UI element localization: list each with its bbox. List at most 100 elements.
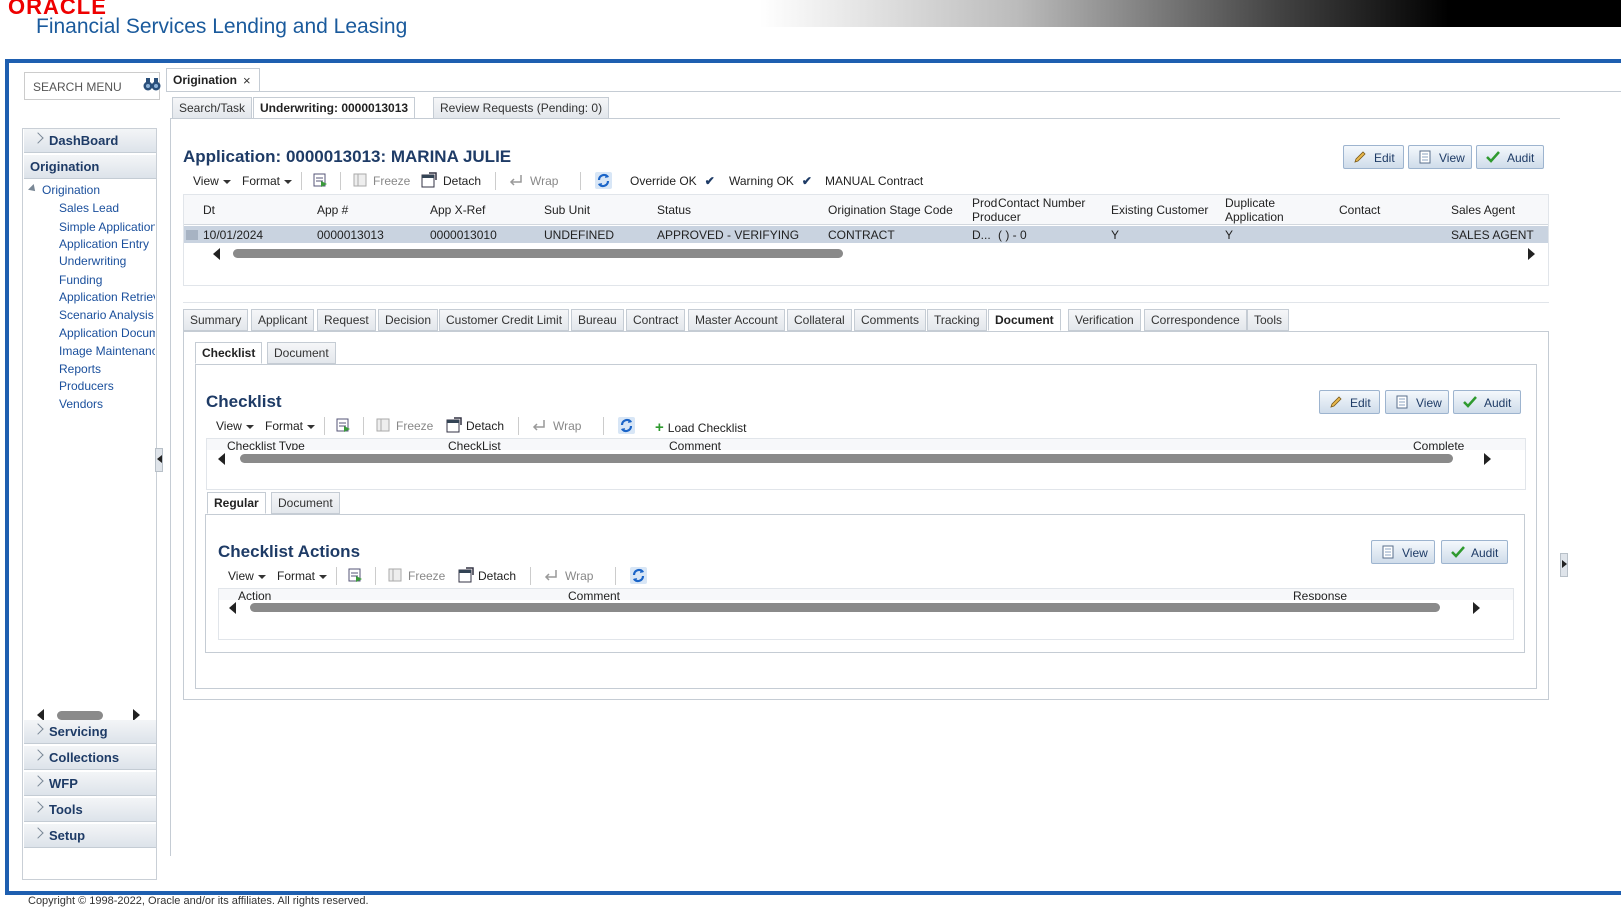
tab-tools[interactable]: Tools bbox=[1247, 309, 1290, 331]
scroll-thumb[interactable] bbox=[233, 249, 843, 258]
binoculars-icon[interactable] bbox=[143, 76, 161, 92]
application-view-button[interactable]: View bbox=[1408, 145, 1472, 169]
scroll-thumb[interactable] bbox=[240, 454, 1453, 463]
collapse-nav-handle[interactable] bbox=[155, 448, 163, 472]
load-checklist-button[interactable]: + Load Checklist bbox=[655, 419, 746, 436]
scroll-right-icon[interactable] bbox=[1484, 453, 1491, 465]
nav-section-origination[interactable]: Origination bbox=[24, 155, 156, 179]
tab-underwriting[interactable]: Underwriting: 0000013013 bbox=[253, 97, 416, 119]
tab-tracking[interactable]: Tracking bbox=[927, 309, 987, 331]
nav-section-setup[interactable]: Setup bbox=[24, 824, 156, 848]
search-menu-input[interactable]: SEARCH MENU bbox=[24, 72, 160, 100]
application-edit-button[interactable]: Edit bbox=[1343, 145, 1404, 169]
tab-comments[interactable]: Comments bbox=[854, 309, 927, 331]
scroll-thumb[interactable] bbox=[250, 603, 1440, 612]
nav-section-tools[interactable]: Tools bbox=[24, 798, 156, 822]
tab-master-account[interactable]: Master Account bbox=[688, 309, 785, 331]
tree-expand-icon[interactable] bbox=[28, 184, 38, 194]
col-checklist[interactable]: CheckList bbox=[448, 439, 501, 450]
checklist-audit-button[interactable]: Audit bbox=[1453, 390, 1521, 414]
col-app-number[interactable]: App # bbox=[317, 203, 348, 217]
col-duplicate-application[interactable]: Duplicate Application bbox=[1225, 196, 1315, 224]
scroll-left-icon[interactable] bbox=[218, 453, 225, 465]
tree-item-simple-application[interactable]: Simple Application bbox=[59, 220, 155, 234]
format-menu[interactable]: Format bbox=[277, 569, 328, 583]
checklist-actions-view-button[interactable]: View bbox=[1371, 540, 1435, 564]
refresh-icon[interactable] bbox=[594, 171, 613, 190]
scroll-right-icon[interactable] bbox=[1473, 602, 1480, 614]
tree-item-scenario-analysis[interactable]: Scenario Analysis bbox=[59, 308, 155, 322]
col-status[interactable]: Status bbox=[657, 203, 691, 217]
refresh-icon[interactable] bbox=[629, 566, 648, 585]
detach-button[interactable]: Detach bbox=[443, 174, 481, 188]
tab-contract[interactable]: Contract bbox=[626, 309, 686, 331]
tab-doc-document[interactable]: Document bbox=[267, 342, 336, 364]
tab-review-requests[interactable]: Review Requests (Pending: 0) bbox=[433, 97, 610, 119]
tree-item-application-retrieval[interactable]: Application Retrieval bbox=[59, 290, 155, 304]
close-icon[interactable]: × bbox=[243, 73, 251, 88]
format-menu[interactable]: Format bbox=[242, 174, 293, 188]
col-complete[interactable]: Complete bbox=[1413, 439, 1464, 450]
col-sub-unit[interactable]: Sub Unit bbox=[544, 203, 590, 217]
tab-regular[interactable]: Regular bbox=[207, 492, 266, 514]
col-comment[interactable]: Comment bbox=[669, 439, 721, 450]
tab-customer-credit-limit[interactable]: Customer Credit Limit bbox=[439, 309, 570, 331]
col-origination-stage-code[interactable]: Origination Stage Code bbox=[828, 203, 953, 217]
tree-item-vendors[interactable]: Vendors bbox=[59, 397, 155, 411]
tab-correspondence[interactable]: Correspondence bbox=[1144, 309, 1247, 331]
col-action-comment[interactable]: Comment bbox=[568, 589, 620, 600]
tab-applicant[interactable]: Applicant bbox=[251, 309, 315, 331]
col-sales-agent[interactable]: Sales Agent bbox=[1451, 203, 1515, 217]
tab-verification[interactable]: Verification bbox=[1068, 309, 1141, 331]
export-icon[interactable] bbox=[335, 417, 351, 433]
nav-section-collections[interactable]: Collections bbox=[24, 746, 156, 770]
override-ok-toggle[interactable]: Override OK ✔ bbox=[630, 174, 715, 188]
checklist-edit-button[interactable]: Edit bbox=[1319, 390, 1380, 414]
tab-collateral[interactable]: Collateral bbox=[787, 309, 852, 331]
col-contact-number[interactable]: Contact Number bbox=[998, 196, 1092, 210]
tree-item-sales-lead[interactable]: Sales Lead bbox=[59, 201, 155, 215]
view-menu[interactable]: View bbox=[193, 174, 231, 188]
tab-request[interactable]: Request bbox=[317, 309, 376, 331]
application-grid-scrollbar[interactable] bbox=[184, 243, 1548, 265]
checklist-actions-grid-scrollbar[interactable] bbox=[219, 600, 1489, 616]
refresh-icon[interactable] bbox=[617, 416, 636, 435]
scroll-thumb[interactable] bbox=[57, 711, 103, 720]
tab-checklist[interactable]: Checklist bbox=[195, 342, 263, 364]
export-icon[interactable] bbox=[312, 172, 328, 188]
detach-icon[interactable] bbox=[421, 172, 437, 188]
checklist-actions-audit-button[interactable]: Audit bbox=[1441, 540, 1508, 564]
tab-decision[interactable]: Decision bbox=[378, 309, 439, 331]
nav-section-wfp[interactable]: WFP bbox=[24, 772, 156, 796]
checklist-view-button[interactable]: View bbox=[1385, 390, 1449, 414]
col-app-xref[interactable]: App X-Ref bbox=[430, 203, 485, 217]
detach-icon[interactable] bbox=[446, 417, 462, 433]
tab-regular-document[interactable]: Document bbox=[271, 492, 340, 514]
tree-item-producers[interactable]: Producers bbox=[59, 379, 155, 393]
tree-item-application-entry[interactable]: Application Entry bbox=[59, 237, 155, 251]
nav-section-servicing[interactable]: Servicing bbox=[24, 720, 156, 744]
scroll-right-icon[interactable] bbox=[1528, 248, 1535, 260]
checklist-grid-scrollbar[interactable] bbox=[207, 451, 1507, 467]
tree-item-funding[interactable]: Funding bbox=[59, 273, 155, 287]
warning-ok-toggle[interactable]: Warning OK ✔ bbox=[729, 174, 812, 188]
tab-origination[interactable]: Origination × bbox=[166, 68, 260, 91]
tree-item-image-maintenance[interactable]: Image Maintenance bbox=[59, 344, 155, 358]
detach-button[interactable]: Detach bbox=[466, 419, 504, 433]
tree-item-underwriting[interactable]: Underwriting bbox=[59, 254, 155, 268]
detach-button[interactable]: Detach bbox=[478, 569, 516, 583]
col-checklist-type[interactable]: Checklist Type bbox=[227, 439, 305, 450]
col-existing-customer[interactable]: Existing Customer bbox=[1111, 203, 1208, 217]
tab-bureau[interactable]: Bureau bbox=[571, 309, 624, 331]
tab-summary[interactable]: Summary bbox=[183, 309, 249, 331]
tab-document[interactable]: Document bbox=[988, 309, 1061, 331]
format-menu[interactable]: Format bbox=[265, 419, 316, 433]
expand-right-handle[interactable] bbox=[1560, 553, 1568, 577]
export-icon[interactable] bbox=[347, 567, 363, 583]
view-menu[interactable]: View bbox=[228, 569, 266, 583]
scroll-left-icon[interactable] bbox=[213, 248, 220, 260]
scroll-left-icon[interactable] bbox=[229, 602, 236, 614]
view-menu[interactable]: View bbox=[216, 419, 254, 433]
col-response[interactable]: Response bbox=[1293, 589, 1347, 600]
detach-icon[interactable] bbox=[458, 567, 474, 583]
